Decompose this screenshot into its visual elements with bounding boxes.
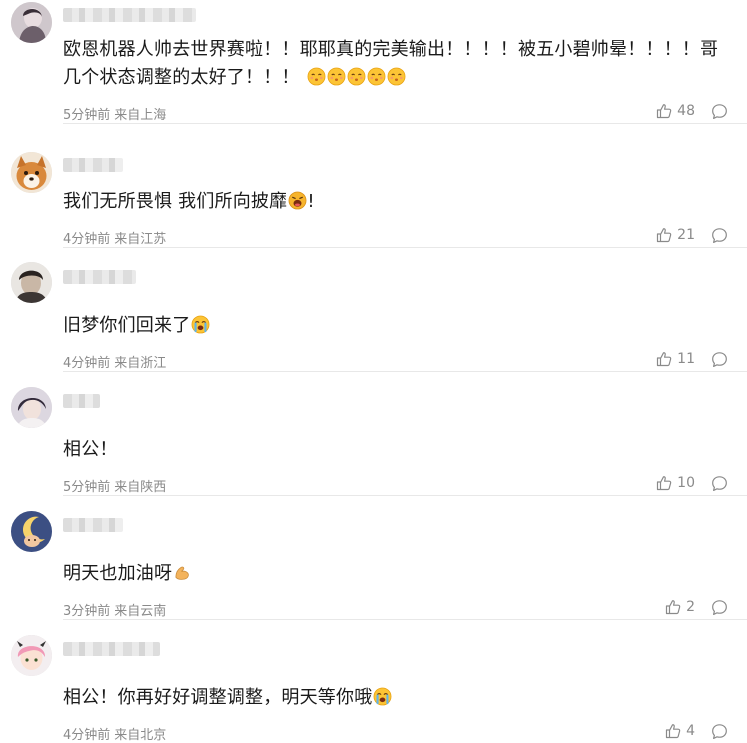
like-button[interactable]: 4: [665, 723, 695, 739]
location: 来自云南: [114, 604, 167, 619]
thumbs-up-icon: [665, 599, 681, 615]
comment-bubble-icon: [711, 103, 728, 120]
timestamp: 5分钟前: [63, 108, 111, 123]
like-button[interactable]: 11: [656, 351, 695, 367]
reply-button[interactable]: [711, 723, 728, 740]
timestamp: 4分钟前: [63, 356, 111, 371]
location: 来自上海: [114, 108, 167, 123]
comment-text: 我们无所畏惧 我们所向披靡!: [63, 188, 727, 216]
like-count: 4: [686, 723, 695, 739]
comment-text: 欧恩机器人帅去世界赛啦！！耶耶真的完美输出！！！！被五小碧帅晕！！！！哥几个状态…: [63, 36, 727, 92]
crying-emoji-icon: [373, 687, 392, 706]
timestamp: 4分钟前: [63, 232, 111, 247]
thumbs-up-icon: [656, 227, 672, 243]
crying-emoji-icon: [191, 315, 210, 334]
reply-button[interactable]: [711, 351, 728, 368]
thumbs-up-icon: [665, 723, 681, 739]
avatar[interactable]: [11, 152, 52, 193]
comment-meta: 4分钟前 来自江苏: [63, 228, 166, 247]
comment-item: 欧恩机器人帅去世界赛啦！！耶耶真的完美输出！！！！被五小碧帅晕！！！！哥几个状态…: [0, 0, 747, 124]
comment-bubble-icon: [711, 227, 728, 244]
comment-text: 明天也加油呀: [63, 560, 727, 588]
comment-item: 我们无所畏惧 我们所向披靡! 4分钟前 来自江苏 21: [0, 124, 747, 248]
thumbs-up-icon: [656, 103, 672, 119]
kiss-emoji-icon: [327, 67, 346, 86]
thumbs-up-icon: [656, 475, 672, 491]
username[interactable]: [63, 8, 196, 22]
comment-body: 旧梦你们回来了: [63, 315, 191, 336]
avatar[interactable]: [11, 262, 52, 303]
timestamp: 5分钟前: [63, 480, 111, 495]
like-button[interactable]: 2: [665, 599, 695, 615]
comment-bubble-icon: [711, 599, 728, 616]
comment-bubble-icon: [711, 351, 728, 368]
comment-item: 旧梦你们回来了 4分钟前 来自浙江 11: [0, 248, 747, 372]
comment-text: 旧梦你们回来了: [63, 312, 727, 340]
reply-button[interactable]: [711, 599, 728, 616]
comment-body: 相公！: [63, 439, 118, 460]
comment-item: 明天也加油呀 3分钟前 来自云南 2: [0, 496, 747, 620]
avatar[interactable]: [11, 2, 52, 43]
comment-bubble-icon: [711, 723, 728, 740]
username[interactable]: [63, 642, 160, 656]
thumbs-up-icon: [656, 351, 672, 367]
comment-item: 相公！ 5分钟前 来自陕西 10: [0, 372, 747, 496]
location: 来自陕西: [114, 480, 167, 495]
username[interactable]: [63, 518, 123, 532]
avatar[interactable]: [11, 387, 52, 428]
comment-body: 我们无所畏惧 我们所向披靡: [63, 191, 288, 212]
kiss-emoji-icon: [307, 67, 326, 86]
comment-body: 相公！你再好好调整调整，明天等你哦: [63, 687, 373, 708]
comment-text: 相公！你再好好调整调整，明天等你哦: [63, 684, 727, 712]
comment-bubble-icon: [711, 475, 728, 492]
like-count: 2: [686, 599, 695, 615]
comment-text: 相公！: [63, 436, 727, 464]
like-count: 10: [677, 475, 695, 491]
reply-button[interactable]: [711, 103, 728, 120]
comment-suffix: !: [307, 191, 315, 212]
timestamp: 3分钟前: [63, 604, 111, 619]
location: 来自浙江: [114, 356, 167, 371]
kiss-emoji-icon: [387, 67, 406, 86]
reply-button[interactable]: [711, 227, 728, 244]
like-button[interactable]: 10: [656, 475, 695, 491]
timestamp: 4分钟前: [63, 728, 111, 743]
comment-meta: 4分钟前 来自北京: [63, 724, 166, 743]
comment-meta: 5分钟前 来自陕西: [63, 476, 166, 495]
kiss-emoji-icon: [367, 67, 386, 86]
kiss-emoji-icon: [347, 67, 366, 86]
username[interactable]: [63, 270, 136, 284]
like-button[interactable]: 21: [656, 227, 695, 243]
comment-meta: 3分钟前 来自云南: [63, 600, 166, 619]
username[interactable]: [63, 158, 123, 172]
comment-meta: 5分钟前 来自上海: [63, 104, 166, 123]
like-count: 48: [677, 103, 695, 119]
username[interactable]: [63, 394, 100, 408]
flexed-arm-emoji-icon: [173, 563, 192, 582]
like-button[interactable]: 48: [656, 103, 695, 119]
reply-button[interactable]: [711, 475, 728, 492]
location: 来自北京: [114, 728, 167, 743]
comment-item: 相公！你再好好调整调整，明天等你哦 4分钟前 来自北京 4: [0, 620, 747, 743]
location: 来自江苏: [114, 232, 167, 247]
shout-emoji-icon: [288, 191, 307, 210]
comment-meta: 4分钟前 来自浙江: [63, 352, 166, 371]
avatar[interactable]: [11, 511, 52, 552]
like-count: 11: [677, 351, 695, 367]
avatar[interactable]: [11, 635, 52, 676]
like-count: 21: [677, 227, 695, 243]
comment-body: 明天也加油呀: [63, 563, 173, 584]
